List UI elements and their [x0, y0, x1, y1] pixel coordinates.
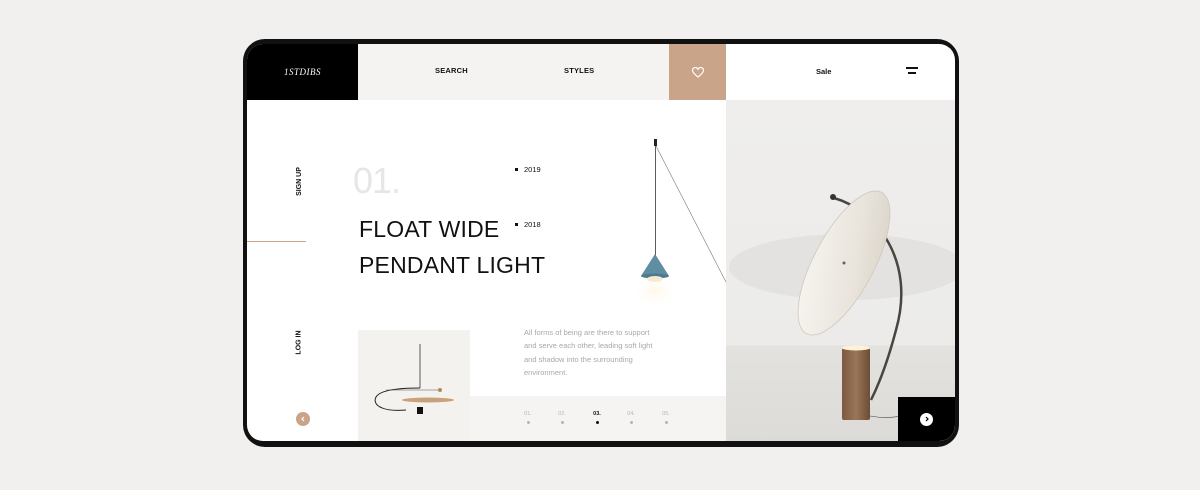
sign-up-link[interactable]: SIGN UP: [296, 167, 303, 196]
pendant-lamp-image: [631, 139, 727, 309]
previous-button[interactable]: [296, 412, 310, 426]
pager-item-4[interactable]: 04.: [621, 411, 641, 424]
float-lamp-image: [374, 344, 454, 414]
nav-search[interactable]: SEARCH: [435, 66, 468, 75]
pager-item-3[interactable]: 03.: [587, 411, 607, 424]
favorite-button[interactable]: [669, 44, 726, 100]
floor-lamp-image: [729, 190, 955, 420]
pager-item-1[interactable]: 01.: [518, 411, 538, 424]
top-nav: SEARCH STYLES: [358, 44, 669, 100]
next-circle: [920, 412, 933, 426]
product-photo: [726, 100, 955, 441]
pager-item-5[interactable]: 05.: [656, 411, 676, 424]
year-2018[interactable]: 2018: [515, 220, 541, 229]
chevron-left-icon: [301, 416, 305, 422]
logo-block[interactable]: 1STDIBS: [247, 44, 358, 100]
app-screen: 1STDIBS SEARCH STYLES Sale SIGN UP LOG I…: [247, 44, 955, 441]
nav-styles[interactable]: STYLES: [564, 66, 594, 75]
log-in-link[interactable]: LOG IN: [296, 330, 303, 354]
logo[interactable]: 1STDIBS: [247, 44, 358, 100]
next-button[interactable]: [898, 397, 955, 441]
divider: [247, 241, 306, 242]
pager-item-2[interactable]: 02.: [552, 411, 572, 424]
chevron-right-icon: [925, 416, 929, 422]
heart-icon: [691, 66, 704, 78]
year-2019[interactable]: 2019: [515, 165, 541, 174]
product-title-line-2: PENDANT LIGHT: [359, 252, 546, 278]
menu-icon[interactable]: [906, 67, 918, 75]
product-title-line-1: FLOAT WIDE: [359, 216, 500, 242]
product-description: All forms of being are there to support …: [524, 328, 653, 377]
slide-number: 01.: [353, 160, 401, 201]
sale-link[interactable]: Sale: [816, 67, 831, 76]
product-thumbnail[interactable]: [358, 330, 470, 441]
